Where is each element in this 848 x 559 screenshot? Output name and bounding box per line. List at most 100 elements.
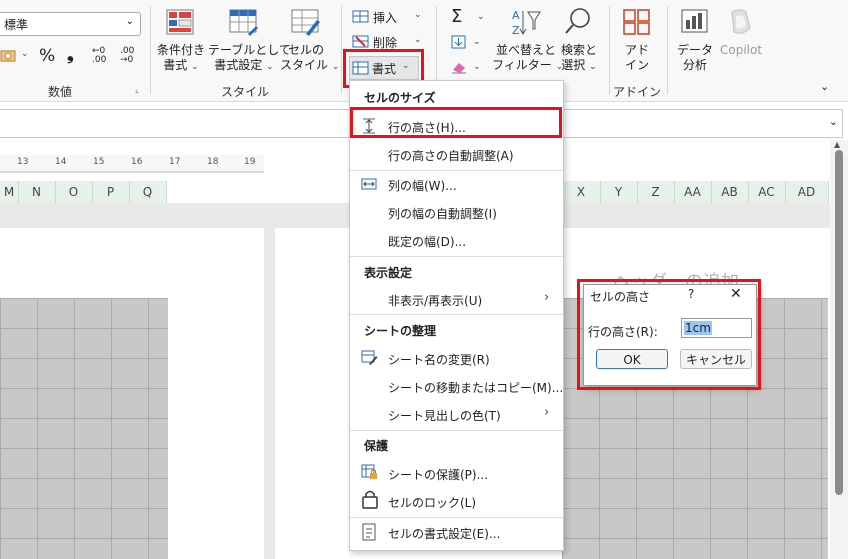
- column-header[interactable]: Z: [637, 181, 675, 203]
- delete-cells-icon[interactable]: [352, 33, 370, 49]
- menu-section-protect: 保護: [364, 439, 389, 453]
- dialog-highlight: [577, 279, 761, 390]
- number-format-combo[interactable]: 標準 ⌄: [0, 12, 141, 36]
- ribbon-separator: [341, 6, 342, 94]
- chevron-right-icon: ›: [544, 405, 550, 420]
- ruler-tick: 17: [169, 157, 181, 167]
- insert-cells-icon[interactable]: [352, 8, 370, 24]
- menu-item-hide-unhide[interactable]: 非表示/再表示(U): [388, 292, 482, 309]
- column-header[interactable]: N: [18, 181, 56, 203]
- rename-sheet-icon: [360, 348, 378, 369]
- menu-separator: [350, 170, 563, 171]
- cell-style-button[interactable]: セルの スタイル ⌄: [280, 43, 339, 75]
- addin-group-label: アドイン: [612, 85, 661, 99]
- menu-separator: [350, 256, 563, 257]
- clear-icon[interactable]: [451, 60, 467, 74]
- column-header[interactable]: Q: [129, 181, 167, 203]
- menu-section-visibility: 表示設定: [364, 266, 413, 280]
- fill-icon[interactable]: [451, 35, 467, 49]
- chevron-down-icon[interactable]: ⌄: [414, 35, 422, 45]
- ribbon-separator: [667, 6, 668, 94]
- cell-grid-left[interactable]: [0, 298, 168, 559]
- format-cells-dialog-icon: [360, 522, 378, 545]
- menu-item-lock-cell[interactable]: セルのロック(L): [388, 494, 476, 511]
- menu-item-column-autofit[interactable]: 列の幅の自動調整(I): [388, 205, 497, 222]
- chevron-down-icon: ⌄: [266, 62, 274, 72]
- menu-separator: [350, 430, 563, 431]
- svg-text:Z: Z: [512, 24, 520, 37]
- column-header[interactable]: AB: [711, 181, 749, 203]
- column-header[interactable]: O: [55, 181, 93, 203]
- data-analysis-icon[interactable]: [680, 8, 710, 36]
- table-format-button[interactable]: テーブルとして 書式設定 ⌄: [208, 43, 291, 75]
- column-header[interactable]: P: [92, 181, 130, 203]
- column-header[interactable]: AC: [748, 181, 786, 203]
- ruler-tick: 18: [207, 157, 219, 167]
- data-analysis-button[interactable]: データ 分析: [676, 43, 714, 73]
- copilot-button[interactable]: Copilot: [720, 43, 762, 57]
- increase-decimal-button[interactable]: ←0 .00: [92, 47, 114, 65]
- table-format-icon[interactable]: [228, 8, 260, 36]
- currency-chevron-icon[interactable]: ⌄: [21, 49, 29, 59]
- number-group-label: 数値: [47, 85, 72, 99]
- insert-button[interactable]: 挿入: [373, 9, 397, 26]
- chevron-right-icon: ›: [544, 290, 550, 305]
- conditional-format-button[interactable]: 条件付き 書式 ⌄: [155, 43, 207, 75]
- menu-item-column-width[interactable]: 列の幅(W)...: [388, 177, 457, 194]
- chevron-down-icon[interactable]: ⌄: [473, 37, 481, 47]
- menu-section-cell-size: セルのサイズ: [364, 91, 436, 105]
- chevron-down-icon: ⌄: [191, 62, 199, 72]
- svg-text:A: A: [512, 9, 520, 22]
- lock-icon: [360, 488, 380, 513]
- ribbon-collapse-icon[interactable]: ⌄: [820, 80, 829, 93]
- sort-filter-button[interactable]: 並べ替えと フィルター ⌄: [492, 43, 563, 75]
- chevron-down-icon[interactable]: ⌄: [477, 12, 485, 22]
- menu-separator: [350, 517, 563, 518]
- menu-item-rename-sheet[interactable]: シート名の変更(R): [388, 351, 490, 368]
- currency-format-icon[interactable]: [0, 49, 18, 63]
- percent-button[interactable]: %: [39, 46, 55, 66]
- find-select-button[interactable]: 検索と 選択 ⌄: [556, 43, 602, 75]
- row-height-highlight: [350, 107, 562, 138]
- style-group-label: スタイル: [220, 85, 269, 99]
- menu-section-organize: シートの整理: [364, 324, 437, 338]
- cell-style-icon[interactable]: [290, 8, 322, 36]
- sort-filter-icon[interactable]: AZ: [510, 7, 542, 37]
- scroll-up-icon[interactable]: ▲: [834, 140, 840, 149]
- formula-expand-icon[interactable]: ⌄: [829, 115, 838, 128]
- chevron-down-icon[interactable]: ⌄: [473, 62, 481, 72]
- ribbon-separator: [609, 6, 610, 94]
- ruler-tick: 14: [55, 157, 67, 167]
- menu-item-tab-color[interactable]: シート見出しの色(T): [388, 407, 501, 424]
- ruler-tick: 13: [17, 157, 29, 167]
- menu-item-row-autofit[interactable]: 行の高さの自動調整(A): [388, 147, 514, 164]
- ruler-tick: 19: [244, 157, 256, 167]
- comma-style-button[interactable]: ❟: [67, 45, 74, 65]
- autosum-icon[interactable]: Σ: [451, 6, 462, 27]
- ribbon-separator: [150, 6, 151, 94]
- search-icon[interactable]: [563, 6, 593, 36]
- format-dropdown-menu: セルのサイズ 行の高さ(H)... 行の高さの自動調整(A) 列の幅(W)...…: [349, 80, 564, 551]
- chevron-down-icon: ⌄: [331, 62, 340, 72]
- chevron-down-icon[interactable]: ⌄: [414, 10, 422, 20]
- ruler-tick: 16: [131, 157, 143, 167]
- column-header[interactable]: AD: [785, 181, 829, 203]
- menu-item-default-width[interactable]: 既定の幅(D)...: [388, 233, 466, 250]
- addin-button[interactable]: アド イン: [620, 43, 654, 73]
- menu-item-format-cells[interactable]: セルの書式設定(E)...: [388, 525, 500, 542]
- menu-item-move-copy-sheet[interactable]: シートの移動またはコピー(M)...: [388, 379, 563, 396]
- column-header-right: X Y Z AA AB AC AD: [562, 181, 829, 205]
- conditional-format-icon[interactable]: [165, 8, 197, 36]
- menu-item-protect-sheet[interactable]: シートの保護(P)...: [388, 466, 488, 483]
- dialog-launcher-icon[interactable]: ⌞: [135, 85, 139, 95]
- number-format-value: 標準: [4, 18, 29, 32]
- decrease-decimal-button[interactable]: .00 →0: [120, 47, 142, 65]
- column-header[interactable]: X: [562, 181, 601, 203]
- page-ruler: 13 14 15 16 17 18 19: [0, 155, 264, 173]
- column-header[interactable]: AA: [674, 181, 712, 203]
- addin-icon[interactable]: [622, 8, 652, 36]
- column-header[interactable]: Y: [600, 181, 638, 203]
- column-header[interactable]: M: [0, 181, 19, 203]
- copilot-icon[interactable]: [724, 8, 756, 36]
- scrollbar-thumb[interactable]: [835, 150, 843, 495]
